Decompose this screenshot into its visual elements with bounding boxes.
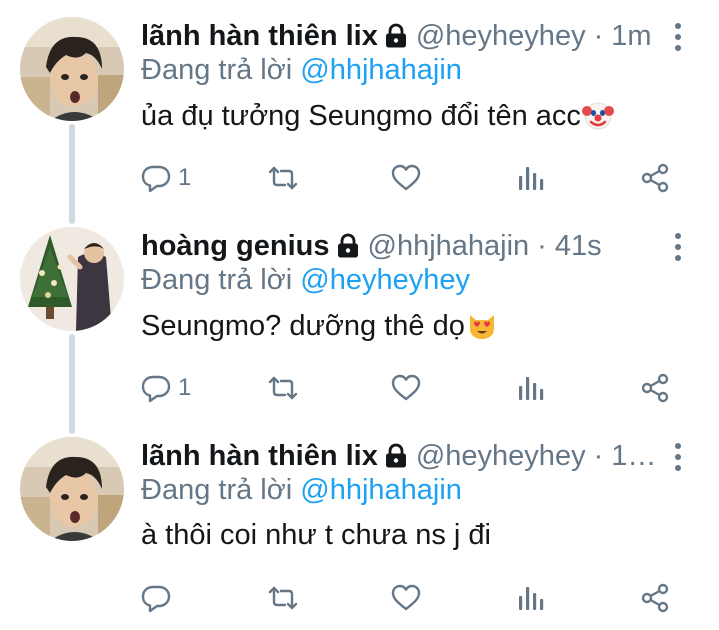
avatar[interactable] [20,17,124,121]
lock-icon [384,443,408,469]
action-bar: 1 [0,368,719,408]
share-button[interactable] [639,368,671,408]
action-bar: 1 [0,158,719,198]
avatar[interactable] [20,437,124,541]
share-button[interactable] [639,578,671,618]
username[interactable]: @hhjhahajin [368,230,530,263]
action-bar [0,578,719,618]
share-icon [639,372,671,404]
avatar-image [20,227,124,331]
display-name[interactable]: lãnh hàn thiên lix [141,440,378,473]
retweet-icon [267,372,299,404]
retweet-icon [267,582,299,614]
share-icon [639,582,671,614]
reply-icon [140,162,172,194]
replying-to-label: Đang trả lời [141,264,293,296]
tweet[interactable]: hoàng genius @hhjhahajin · 41s Đang trả … [0,210,719,420]
tweet-text: ủa đụ tưởng Seungmo đổi tên acc [141,99,614,133]
like-button[interactable] [390,158,422,198]
reply-icon [140,372,172,404]
display-name[interactable]: lãnh hàn thiên lix [141,20,378,53]
heart-icon [390,582,422,614]
timestamp[interactable]: 41s [555,230,602,263]
retweet-icon [267,162,299,194]
reply-count: 1 [178,374,192,401]
retweet-button[interactable] [267,578,299,618]
replying-to: Đang trả lời @hhjhahajin [141,54,462,87]
username[interactable]: @heyheyhey [416,20,586,53]
reply-button[interactable] [140,578,178,618]
reply-button[interactable]: 1 [140,158,191,198]
analytics-icon [515,582,547,614]
separator-dot: · [593,19,604,52]
tweet-text-body: à thôi coi như t chưa ns j đi [141,519,491,551]
tweet-text: à thôi coi như t chưa ns j đi [141,519,491,552]
timestamp[interactable]: 1… [611,440,656,473]
heart-eyes-cat-emoji [466,309,498,341]
replying-to-mention[interactable]: @heyheyhey [300,264,470,296]
lock-icon [384,23,408,49]
timestamp[interactable]: 1m [611,20,651,53]
replying-to: Đang trả lời @heyheyhey [141,264,470,297]
reply-icon [140,582,172,614]
separator-dot: · [593,439,604,472]
tweet[interactable]: lãnh hàn thiên lix @heyheyhey · 1… Đang … [0,420,719,630]
more-options-icon[interactable] [673,232,683,262]
analytics-button[interactable] [515,158,547,198]
replying-to-label: Đang trả lời [141,474,293,506]
analytics-button[interactable] [515,578,547,618]
reply-count: 1 [178,164,192,191]
tweet[interactable]: lãnh hàn thiên lix @heyheyhey · 1m Đang … [0,0,719,210]
tweet-header: lãnh hàn thiên lix @heyheyhey · 1… [141,436,663,476]
share-icon [639,162,671,194]
avatar[interactable] [20,227,124,331]
tweet-header: hoàng genius @hhjhahajin · 41s [141,226,663,266]
like-button[interactable] [390,368,422,408]
analytics-icon [515,162,547,194]
like-button[interactable] [390,578,422,618]
clown-face-emoji [582,99,614,131]
heart-icon [390,162,422,194]
replying-to-mention[interactable]: @hhjhahajin [300,54,462,86]
lock-icon [336,233,360,259]
share-button[interactable] [639,158,671,198]
analytics-icon [515,372,547,404]
replying-to-label: Đang trả lời [141,54,293,86]
more-options-icon[interactable] [673,22,683,52]
replying-to-mention[interactable]: @hhjhahajin [300,474,462,506]
username[interactable]: @heyheyhey [416,440,586,473]
separator-dot: · [537,229,547,262]
heart-icon [390,372,422,404]
avatar-image [20,17,124,121]
replying-to: Đang trả lời @hhjhahajin [141,474,462,507]
tweet-text-body: Seungmo? dưỡng thê dọ [141,310,465,342]
analytics-button[interactable] [515,368,547,408]
retweet-button[interactable] [267,158,299,198]
reply-button[interactable]: 1 [140,368,191,408]
avatar-image [20,437,124,541]
more-options-icon[interactable] [673,442,683,472]
tweet-header: lãnh hàn thiên lix @heyheyhey · 1m [141,16,663,56]
tweet-text-body: ủa đụ tưởng Seungmo đổi tên acc [141,100,581,132]
tweet-text: Seungmo? dưỡng thê dọ [141,309,498,343]
display-name[interactable]: hoàng genius [141,230,330,263]
retweet-button[interactable] [267,368,299,408]
